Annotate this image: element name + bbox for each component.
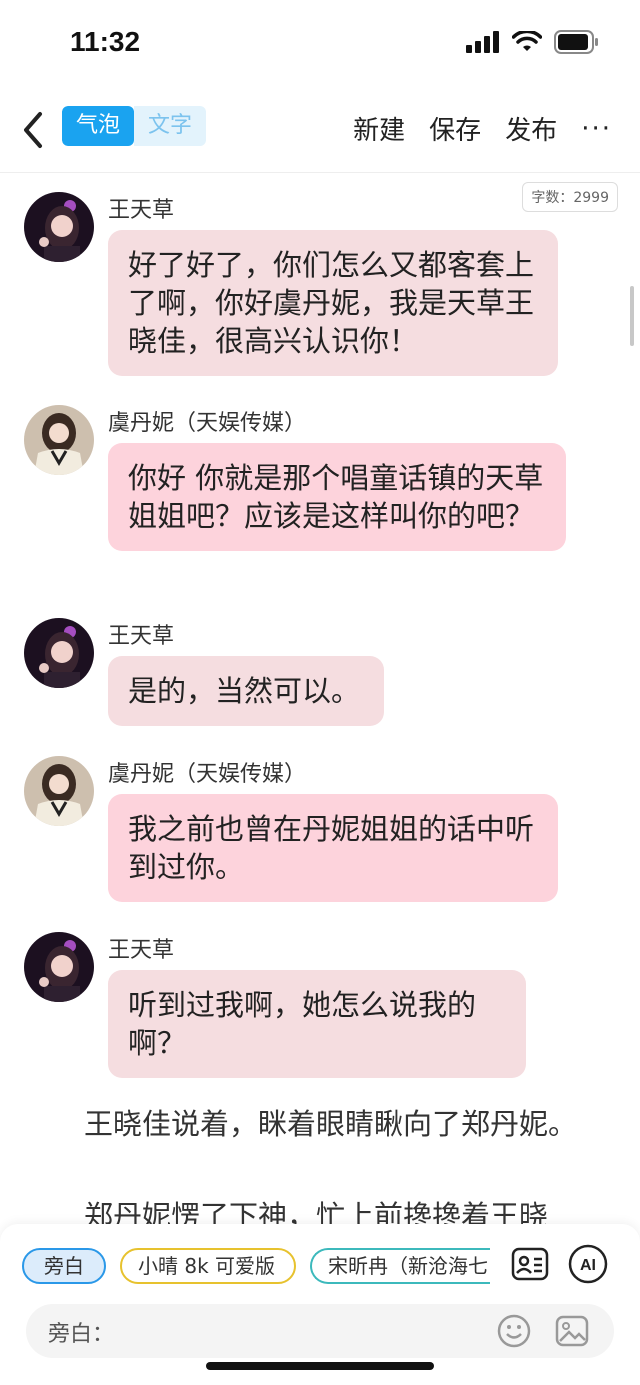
word-count-badge: 字数：2999: [522, 182, 618, 212]
status-icons: [466, 30, 600, 54]
narration-input[interactable]: 旁白：: [26, 1304, 614, 1358]
narration-paragraph[interactable]: 王晓佳说着，眯着眼睛瞅向了郑丹妮。: [24, 1104, 584, 1144]
image-icon[interactable]: [554, 1313, 590, 1349]
sender-name: 王天草: [108, 624, 175, 649]
mode-toggle: 气泡 文字: [62, 106, 207, 146]
ai-icon[interactable]: AI: [568, 1244, 608, 1284]
status-bar: 11:32: [0, 0, 640, 86]
avatar[interactable]: [24, 618, 94, 688]
sender-name: 虞丹妮（天娱传媒）: [108, 411, 307, 436]
wifi-icon: [512, 31, 542, 51]
avatar[interactable]: [24, 932, 94, 1002]
more-icon[interactable]: ···: [581, 116, 612, 142]
home-indicator: [206, 1362, 434, 1370]
avatar[interactable]: [24, 192, 94, 262]
message-bubble[interactable]: 听到过我啊，她怎么说我的啊？: [108, 970, 526, 1078]
signal-icon: [466, 31, 499, 53]
svg-text:AI: AI: [580, 1257, 596, 1274]
composer-panel: 旁白 小晴 8k 可爱版 宋昕冉（新沧海七 AI 旁白：: [0, 1224, 640, 1385]
battery-icon: [554, 30, 598, 54]
tab-text[interactable]: 文字: [134, 106, 207, 146]
tab-bubble[interactable]: 气泡: [62, 106, 135, 146]
message-bubble[interactable]: 是的，当然可以。: [108, 656, 384, 726]
sender-name: 王天草: [108, 938, 175, 963]
avatar[interactable]: [24, 405, 94, 475]
contact-card-icon[interactable]: [510, 1244, 550, 1284]
scrollbar[interactable]: [630, 286, 634, 346]
sender-name: 王天草: [108, 198, 175, 223]
message-bubble[interactable]: 好了好了，你们怎么又都客套上了啊，你好虞丹妮，我是天草王晓佳，很高兴认识你！: [108, 230, 558, 376]
message-bubble[interactable]: 我之前也曾在丹妮姐姐的话中听到过你。: [108, 794, 558, 902]
status-time: 11:32: [70, 26, 141, 57]
save-button[interactable]: 保存: [429, 110, 481, 147]
emoji-icon[interactable]: [496, 1313, 532, 1349]
back-icon[interactable]: [18, 108, 48, 152]
input-label: 旁白：: [48, 1322, 115, 1347]
narration-paragraph[interactable]: 郑丹妮愣了下神，忙上前搀搀着王晓: [24, 1196, 584, 1226]
role-chip[interactable]: 宋昕冉（新沧海七: [310, 1248, 490, 1284]
new-button[interactable]: 新建: [353, 110, 405, 147]
top-nav: 气泡 文字 新建 保存 发布 ···: [0, 96, 640, 166]
role-chip-narration[interactable]: 旁白: [22, 1248, 106, 1284]
role-chip[interactable]: 小晴 8k 可爱版: [120, 1248, 296, 1284]
publish-button[interactable]: 发布: [505, 110, 557, 147]
nav-divider: [0, 172, 640, 173]
nav-actions: 新建 保存 发布 ···: [353, 110, 612, 147]
sender-name: 虞丹妮（天娱传媒）: [108, 762, 307, 787]
message-bubble[interactable]: 你好 你就是那个唱童话镇的天草姐姐吧？应该是这样叫你的吧？: [108, 443, 566, 551]
avatar[interactable]: [24, 756, 94, 826]
